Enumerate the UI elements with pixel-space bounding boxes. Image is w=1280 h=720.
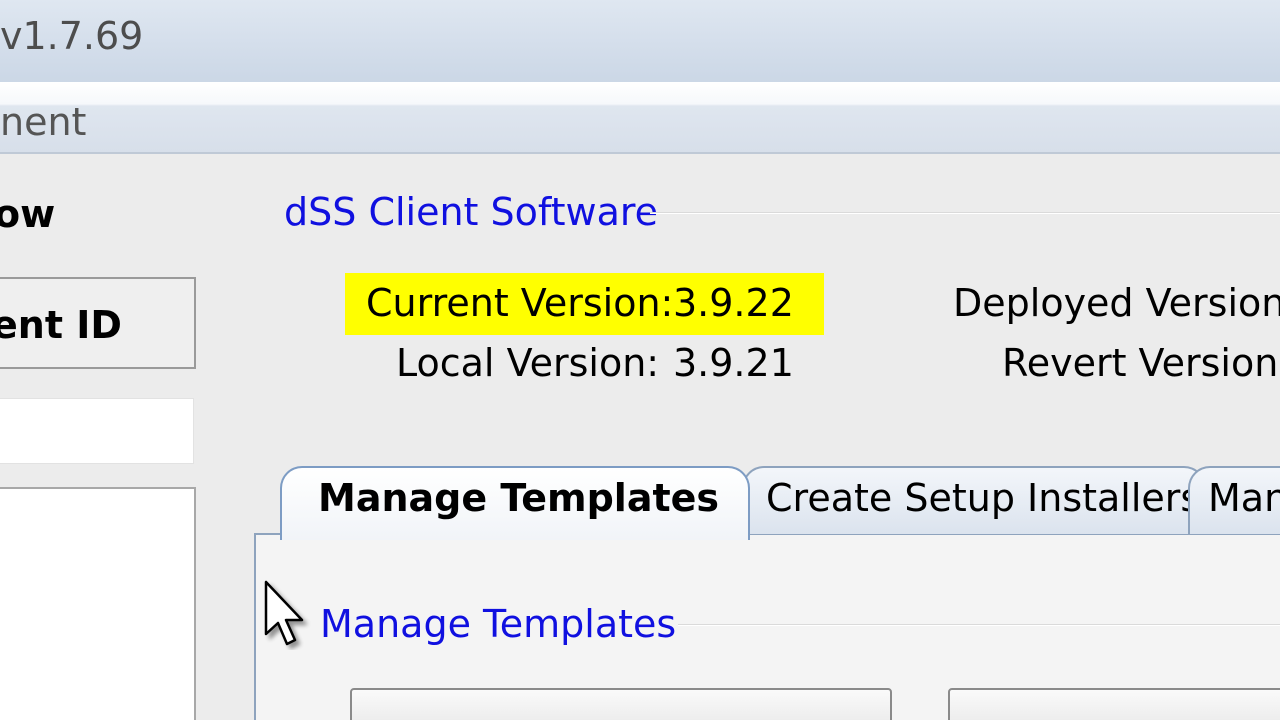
manage-templates-group-title: Manage Templates	[320, 602, 677, 646]
deployed-version-label: Deployed Version:	[953, 281, 1280, 325]
local-version-label: Local Version:	[396, 341, 660, 385]
left-panel-heading: ow	[0, 192, 56, 236]
revert-version-label: Revert Version:	[1002, 341, 1280, 385]
new-template-button[interactable]	[350, 688, 892, 720]
local-version-value: 3.9.21	[673, 341, 794, 385]
tab-manage-overflow[interactable]: Man	[1188, 466, 1280, 534]
manage-templates-divider	[678, 624, 1280, 626]
software-group-title: dSS Client Software	[284, 190, 659, 234]
client-list[interactable]	[0, 487, 196, 720]
menu-bar	[0, 82, 1280, 154]
menu-item[interactable]: nent	[0, 100, 86, 144]
secondary-template-button[interactable]	[948, 688, 1280, 720]
window-titlebar[interactable]	[0, 0, 1280, 82]
mouse-pointer-icon	[264, 580, 304, 646]
client-id-input[interactable]	[0, 398, 194, 464]
group-divider	[650, 212, 1280, 214]
tab-manage-templates[interactable]: Manage Templates	[280, 466, 750, 540]
window-title: v1.7.69	[0, 14, 144, 58]
client-id-label: ent ID	[0, 303, 122, 347]
tab-create-setup-installers[interactable]: Create Setup Installers	[742, 466, 1206, 534]
current-version-label: Current Version:	[366, 281, 674, 325]
current-version-value: 3.9.22	[673, 281, 794, 325]
